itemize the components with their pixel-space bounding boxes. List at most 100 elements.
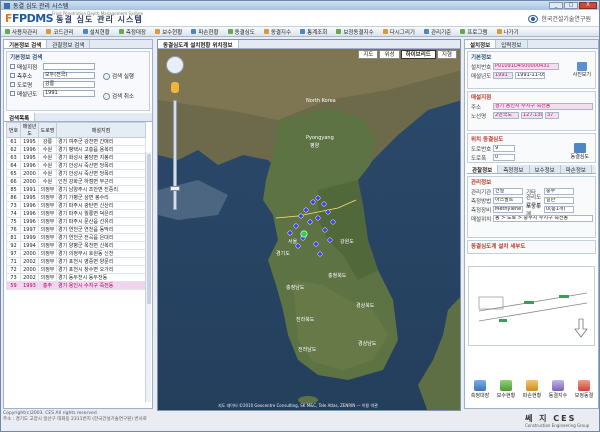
cell-no: 66 bbox=[6, 177, 21, 186]
col-road[interactable]: 도로명 bbox=[38, 122, 57, 138]
menu-frost-depth[interactable]: 동결심도 bbox=[227, 28, 255, 36]
filter-station-checkbox[interactable] bbox=[10, 73, 15, 78]
filter-year-select[interactable]: 1991 bbox=[43, 90, 95, 97]
table-row[interactable]: 73 2002 의정부 경기 동두천시 동두천동 bbox=[6, 273, 146, 282]
photo-button[interactable]: 사진보기 bbox=[573, 62, 591, 78]
menu-damage[interactable]: 파손현황 bbox=[191, 28, 219, 36]
tab-basic-search[interactable]: 기본정보 검색 bbox=[4, 40, 48, 49]
map-type-satellite[interactable]: 위성 bbox=[379, 50, 400, 59]
zoom-slider[interactable] bbox=[173, 100, 177, 210]
table-row[interactable]: 61 1995 강릉 경기 여주군 강천면 간매리 bbox=[6, 137, 146, 146]
btn-damage[interactable]: 파손현황 bbox=[523, 380, 541, 399]
cell-site: 경기 가평군 상면 봉수리 bbox=[56, 193, 146, 202]
drawing-title: 동결심도계 설치 세부도 bbox=[471, 244, 526, 250]
btn-measure[interactable]: 측정대장 bbox=[471, 380, 489, 399]
cell-no: 97 bbox=[6, 249, 21, 258]
tab-observe[interactable]: 관찰정보 bbox=[467, 165, 499, 174]
table-row[interactable]: 72 2000 의정부 경기 포천시 창수면 오가리 bbox=[6, 265, 146, 274]
btn-corrected[interactable]: 보정동결 bbox=[575, 380, 593, 399]
tab-observation-search[interactable]: 관찰정보 검색 bbox=[47, 40, 91, 49]
cell-year: 1996 bbox=[20, 209, 39, 218]
table-row[interactable]: 65 2000 수원 경기 안성시 죽산면 당목리 bbox=[6, 169, 146, 178]
search-button[interactable]: 검색 실행 bbox=[103, 72, 134, 80]
cell-no: 85 bbox=[6, 185, 21, 194]
menu-exit[interactable]: 나가기 bbox=[496, 28, 519, 36]
cell-road: 수원 bbox=[38, 153, 57, 162]
table-row[interactable]: 71 2002 의정부 경기 포천시 영중면 양문리 bbox=[6, 257, 146, 266]
menu-criteria[interactable]: 관리기준 bbox=[424, 28, 451, 36]
menu-repair[interactable]: 보수현황 bbox=[155, 28, 182, 36]
menu-redraw[interactable]: 다시그리기 bbox=[382, 28, 415, 36]
tab-map-location[interactable]: 동결심도계 설치현황 위치정보 bbox=[158, 40, 239, 49]
tab-search-list[interactable]: 검색목록 bbox=[4, 113, 36, 122]
cell-site: 경기 화성시 봉담면 지봉리 bbox=[56, 153, 146, 162]
reset-button[interactable]: 검색 취소 bbox=[103, 92, 134, 100]
zoom-slider-handle[interactable] bbox=[170, 186, 180, 191]
management-title: 관리정보 bbox=[471, 180, 492, 186]
filter-station-select[interactable]: 모두(전국) bbox=[43, 72, 95, 79]
table-row[interactable]: 62 1996 수원 경기 평택시 고층읍 용복리 bbox=[6, 145, 146, 154]
table-row[interactable]: 73 1996 의정부 경기 파주시 광탄면 신산리 bbox=[6, 201, 146, 210]
table-row[interactable]: 76 1997 의정부 경기 연천군 연천읍 동막리 bbox=[6, 225, 146, 234]
tab-input-info[interactable]: 입력정보 bbox=[496, 40, 528, 49]
filter-site-checkbox[interactable] bbox=[10, 64, 15, 69]
table-row[interactable]: 85 1991 의정부 경기 남양주시 조안면 진중리 bbox=[6, 185, 146, 194]
filter-site-input[interactable] bbox=[43, 63, 95, 70]
col-no[interactable]: 번호 bbox=[6, 122, 21, 138]
map-view[interactable]: North Korea Pyongyang 평양 서울 경기도 강원도 충청북도… bbox=[157, 39, 461, 411]
menu-frost-index[interactable]: 동결지수 bbox=[263, 28, 291, 36]
filter-road-select[interactable]: 강릉 bbox=[43, 81, 95, 88]
tab-measure[interactable]: 측정정보 bbox=[498, 165, 530, 174]
btn-frost-index[interactable]: 동결지수 bbox=[549, 380, 567, 399]
label-gyeongnam: 경상남도 bbox=[358, 341, 377, 347]
cell-road: 의정부 bbox=[38, 201, 57, 210]
table-row[interactable]: 75 1996 의정부 경기 파주시 문산읍 선유리 bbox=[6, 217, 146, 226]
minimize-button[interactable]: _ bbox=[549, 2, 563, 9]
satellite-map bbox=[158, 40, 460, 410]
menu-corrected-index[interactable]: 보정동결지수 bbox=[336, 28, 374, 36]
table-row[interactable]: 74 1996 의정부 경기 파주시 월롱면 덕은리 bbox=[6, 209, 146, 218]
table-row[interactable]: 92 1994 의정부 경기 양평군 옥천면 신복리 bbox=[6, 241, 146, 250]
road-width-field: 0 bbox=[493, 154, 515, 161]
tab-repair[interactable]: 보수정보 bbox=[529, 165, 561, 174]
table-row[interactable]: 81 1999 의정부 경기 연천군 전곡읍 은대리 bbox=[6, 233, 146, 242]
maximize-button[interactable]: □ bbox=[564, 2, 578, 9]
table-row[interactable]: 63 1995 수원 경기 화성시 봉담면 지봉리 bbox=[6, 153, 146, 162]
list-scrollbar[interactable] bbox=[145, 152, 151, 402]
corrected-icon bbox=[336, 29, 342, 34]
table-row[interactable]: 66 2000 수원 인천 강화군 하점면 부근리 bbox=[6, 177, 146, 186]
menu-stats[interactable]: 통계조회 bbox=[300, 28, 327, 36]
measure-btn-icon bbox=[474, 380, 486, 391]
scroll-thumb[interactable] bbox=[147, 154, 151, 304]
table-row[interactable]: 86 1995 의정부 경기 가평군 상면 봉수리 bbox=[6, 193, 146, 202]
pan-control-icon[interactable] bbox=[166, 56, 184, 74]
cell-no: 71 bbox=[6, 257, 21, 266]
filter-road-checkbox[interactable] bbox=[10, 82, 15, 87]
menu-install[interactable]: 설치현황 bbox=[82, 28, 110, 36]
filter-year-checkbox[interactable] bbox=[10, 91, 15, 96]
table-row[interactable]: 97 2000 의정부 경기 의정부시 호원동 신천 bbox=[6, 249, 146, 258]
table-row[interactable]: 59 1993 충주 경기 용인시 수지구 죽전동 bbox=[6, 281, 146, 290]
frost-depth-button[interactable]: 동결심도 bbox=[571, 143, 589, 160]
menu-codes[interactable]: 코드관리 bbox=[46, 28, 74, 36]
pegman-icon[interactable] bbox=[171, 82, 179, 93]
col-site[interactable]: 매설지점 bbox=[56, 122, 146, 138]
map-type-hybrid[interactable]: 하이브리드 bbox=[400, 50, 436, 59]
tab-damage[interactable]: 파손정보 bbox=[560, 165, 592, 174]
selected-point-icon[interactable] bbox=[300, 230, 308, 238]
window-controls: _ □ X bbox=[549, 2, 597, 9]
menu-program[interactable]: 프로그램 bbox=[460, 28, 488, 36]
col-year[interactable]: 매설년도 bbox=[20, 122, 39, 138]
menu-measure[interactable]: 측정대장 bbox=[118, 28, 146, 36]
longitude-field: 127.130 bbox=[521, 112, 543, 119]
btn-repair[interactable]: 보수현황 bbox=[497, 380, 515, 399]
cell-road: 충주 bbox=[38, 281, 57, 290]
close-button[interactable]: X bbox=[579, 2, 597, 9]
footer: Copyright(c)2003. CES All rights reserve… bbox=[3, 411, 147, 422]
map-type-map[interactable]: 지도 bbox=[358, 50, 379, 59]
tab-install-info[interactable]: 설치정보 bbox=[465, 40, 497, 49]
menu-users[interactable]: 사용자관리 bbox=[5, 28, 37, 36]
map-type-terrain[interactable]: 지형 bbox=[436, 50, 457, 59]
table-row[interactable]: 64 1996 수원 경기 안성시 죽산면 당목리 bbox=[6, 161, 146, 170]
cell-year: 2000 bbox=[20, 169, 39, 178]
